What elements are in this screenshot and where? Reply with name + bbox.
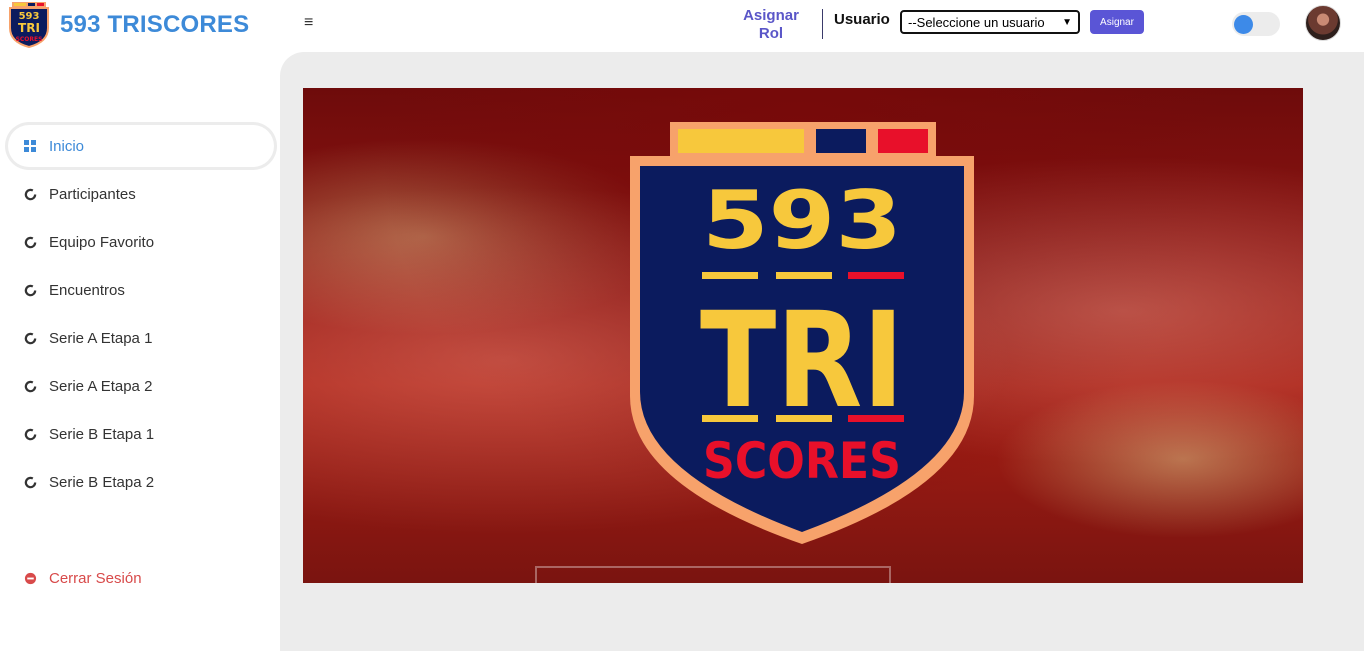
theme-toggle[interactable] [1232, 12, 1280, 36]
svg-text:SCORES: SCORES [16, 36, 43, 43]
sidebar-item-label: Serie B Etapa 2 [49, 473, 155, 491]
sidebar-item-label: Inicio [49, 137, 85, 155]
loading-circle-icon [20, 428, 40, 441]
sidebar-item-serie-b-etapa-2[interactable]: Serie B Etapa 2 [8, 461, 274, 503]
sidebar-item-serie-a-etapa-1[interactable]: Serie A Etapa 1 [8, 317, 274, 359]
loading-circle-icon [20, 284, 40, 297]
sidebar-item-label: Encuentros [49, 281, 125, 299]
sidebar-item-inicio[interactable]: Inicio [8, 125, 274, 167]
sidebar-item-serie-b-etapa-1[interactable]: Serie B Etapa 1 [8, 413, 274, 455]
loading-circle-icon [20, 380, 40, 393]
sidebar-item-label: Serie B Etapa 1 [49, 425, 155, 443]
assign-button[interactable]: Asignar [1090, 10, 1144, 34]
user-label: Usuario [834, 11, 890, 28]
loading-circle-icon [20, 188, 40, 201]
goal-frame [535, 566, 891, 583]
minus-circle-icon [20, 572, 40, 585]
svg-text:TRI: TRI [18, 21, 40, 35]
header-divider [822, 9, 823, 39]
assign-role-link[interactable]: Asignar Rol [740, 7, 802, 43]
user-avatar[interactable] [1305, 5, 1341, 41]
triscores-crest-logo: 593 TRI SCORES [630, 122, 974, 544]
user-select-value: --Seleccione un usuario [908, 14, 1045, 30]
user-select[interactable]: --Seleccione un usuario ▼ [900, 10, 1080, 34]
chevron-down-icon: ▼ [1062, 16, 1072, 28]
app-title: 593 TRISCORES [60, 11, 250, 38]
sidebar-item-equipo-favorito[interactable]: Equipo Favorito [8, 221, 274, 263]
logout-label: Cerrar Sesión [49, 569, 142, 587]
sidebar-item-serie-a-etapa-2[interactable]: Serie A Etapa 2 [8, 365, 274, 407]
toggle-knob [1234, 15, 1253, 34]
loading-circle-icon [20, 332, 40, 345]
sidebar-item-label: Serie A Etapa 2 [49, 377, 153, 395]
logout-button[interactable]: Cerrar Sesión [8, 557, 274, 599]
sidebar-item-participantes[interactable]: Participantes [8, 173, 274, 215]
crest-scores: SCORES [703, 432, 901, 490]
sidebar-item-label: Serie A Etapa 1 [49, 329, 153, 347]
brand[interactable]: 593 TRI SCORES 593 TRISCORES [8, 2, 249, 48]
dashboard-grid-icon [20, 140, 40, 152]
crest-number: 593 [702, 174, 902, 267]
crest-tri: TRI [700, 284, 904, 438]
sidebar-item-label: Participantes [49, 185, 136, 203]
brand-logo: 593 TRI SCORES [9, 2, 49, 48]
sidebar-item-encuentros[interactable]: Encuentros [8, 269, 274, 311]
hamburger-menu-icon[interactable]: ≡ [304, 14, 313, 32]
top-header: 593 TRI SCORES 593 TRISCORES ≡ Asignar R… [0, 0, 1364, 52]
sidebar-item-label: Equipo Favorito [49, 233, 155, 251]
sidebar: Inicio Participantes Equipo Favorito Enc… [0, 52, 280, 651]
loading-circle-icon [20, 236, 40, 249]
loading-circle-icon [20, 476, 40, 489]
